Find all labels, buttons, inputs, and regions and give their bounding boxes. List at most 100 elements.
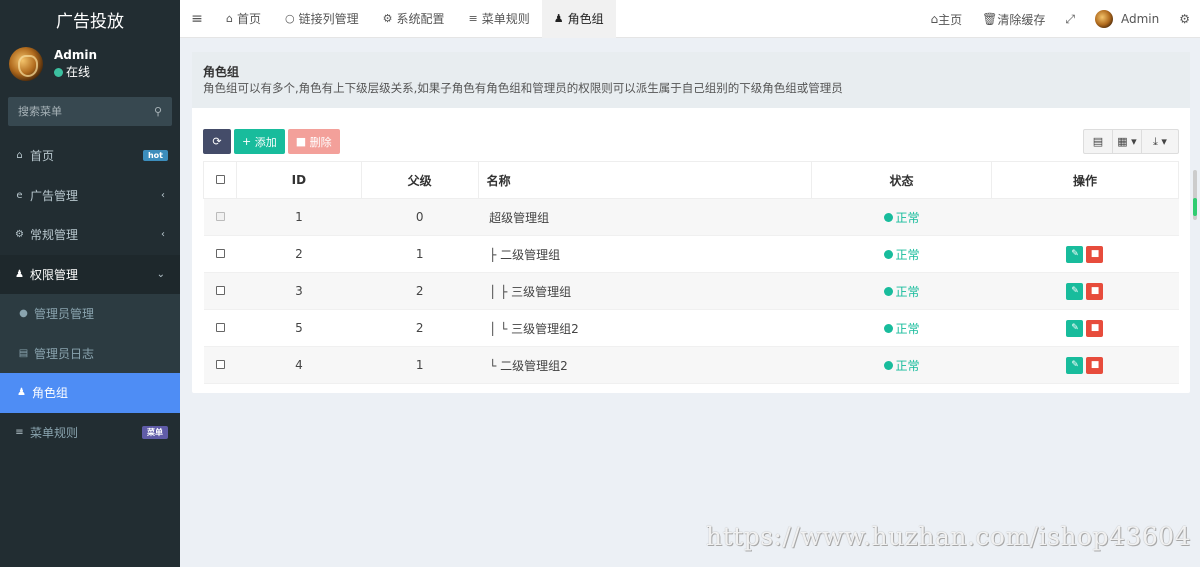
- tab-home[interactable]: ⌂ 首页: [214, 0, 273, 38]
- panel-heading: 角色组 角色组可以有多个,角色有上下级层级关系,如果子角色有角色组和管理员的权限…: [192, 52, 1190, 108]
- brand-title[interactable]: 广告投放: [0, 0, 180, 38]
- sidebar-item-label: 管理员管理: [34, 307, 95, 322]
- cell-pid: 2: [361, 272, 479, 310]
- sidebar-item-role-group[interactable]: ♟ 角色组: [0, 373, 180, 413]
- online-dot-icon: [54, 67, 63, 77]
- user-menu-label: Admin: [1120, 12, 1160, 26]
- status-badge: 正常: [883, 357, 920, 374]
- columns-button[interactable]: ▦ ▾: [1113, 130, 1142, 153]
- status-dot-icon: [883, 249, 893, 259]
- cell-pid: 0: [361, 198, 479, 236]
- edit-button[interactable]: ✎: [1066, 245, 1084, 263]
- cell-id: 4: [236, 346, 362, 384]
- refresh-icon: ⟳: [212, 135, 222, 148]
- delete-row-button[interactable]: ■: [1086, 356, 1104, 374]
- fullscreen-icon[interactable]: ⤢: [1055, 12, 1085, 27]
- sidebar-item-label: 角色组: [32, 386, 69, 401]
- sidebar-item-label: 菜单规则: [30, 425, 79, 440]
- edit-button[interactable]: ✎: [1066, 319, 1084, 337]
- column-header-name[interactable]: 名称: [477, 161, 813, 199]
- cell-id: 1: [236, 198, 362, 236]
- cell-name: │ ├ 三级管理组: [478, 272, 812, 310]
- chevron-left-icon: ‹: [161, 229, 165, 241]
- sidebar-item-ads[interactable]: e 广告管理 ‹: [0, 176, 180, 216]
- tab-label: 系统配置: [396, 12, 445, 26]
- add-button[interactable]: + 添加: [234, 129, 285, 154]
- cell-name: │ └ 三级管理组2: [478, 309, 812, 347]
- delete-row-button[interactable]: ■: [1086, 319, 1104, 337]
- table-row: 1 0 超级管理组 正常: [203, 198, 1179, 236]
- home-icon: ⌂: [930, 12, 939, 26]
- user-name: Admin: [54, 48, 98, 62]
- clear-cache-button[interactable]: 🗑 清除缓存: [972, 11, 1055, 28]
- tab-role-group[interactable]: ♟ 角色组: [541, 0, 616, 38]
- cell-pid: 2: [361, 309, 479, 347]
- search-icon[interactable]: ⚲: [154, 105, 162, 118]
- tab-menu-rules[interactable]: ≡ 菜单规则: [457, 0, 542, 38]
- status-badge: 正常: [883, 320, 920, 337]
- delete-row-button[interactable]: ■: [1086, 282, 1104, 300]
- status-badge: 正常: [883, 209, 920, 226]
- edit-button[interactable]: ✎: [1066, 282, 1084, 300]
- sidebar-item-label: 常规管理: [30, 228, 79, 243]
- cell-id: 2: [236, 235, 362, 273]
- status-dot-icon: [883, 323, 893, 333]
- toggle-view-button[interactable]: ▤: [1084, 130, 1113, 153]
- tab-system-config[interactable]: ⚙ 系统配置: [371, 0, 457, 38]
- refresh-button[interactable]: ⟳: [203, 129, 231, 154]
- row-checkbox[interactable]: [215, 286, 225, 295]
- row-checkbox[interactable]: [215, 323, 225, 332]
- row-checkbox[interactable]: [215, 249, 225, 258]
- delete-label: 删除: [309, 135, 332, 149]
- sidebar-item-general[interactable]: ⚙ 常规管理 ‹: [0, 215, 180, 255]
- status-dot-icon: [883, 286, 893, 296]
- column-header-id[interactable]: ID: [236, 161, 362, 199]
- avatar: [1094, 10, 1113, 28]
- sidebar-toggle-icon[interactable]: ≡: [180, 11, 214, 27]
- trash-icon: ■: [295, 135, 310, 148]
- sidebar-item-admin[interactable]: ● 管理员管理: [0, 294, 180, 334]
- delete-row-button[interactable]: ■: [1086, 245, 1104, 263]
- status-badge: 正常: [883, 246, 920, 263]
- watermark: https://www.huzhan.com/ishop43604: [706, 522, 1192, 551]
- home-link[interactable]: ⌂ 主页: [920, 11, 972, 28]
- tab-link-columns[interactable]: ○ 链接列管理: [273, 0, 371, 38]
- table-row: 4 1 └ 二级管理组2 正常 ✎ ■: [203, 346, 1179, 384]
- tab-label: 角色组: [567, 12, 604, 26]
- sidebar-item-permissions[interactable]: ♟ 权限管理 ⌄: [0, 254, 180, 294]
- table-header-row: ID 父级 名称 状态 操作: [202, 161, 1180, 199]
- column-header-status[interactable]: 状态: [811, 161, 992, 199]
- list-icon: ▤: [18, 347, 29, 359]
- grid-icon: ▦ ▾: [1117, 135, 1137, 148]
- select-all-checkbox[interactable]: [215, 175, 225, 184]
- export-button[interactable]: ⤓ ▾: [1142, 130, 1178, 153]
- role-group-panel: 角色组 角色组可以有多个,角色有上下级层级关系,如果子角色有角色组和管理员的权限…: [192, 52, 1190, 393]
- tab-label: 菜单规则: [481, 12, 530, 26]
- column-header-pid[interactable]: 父级: [360, 161, 479, 199]
- export-icon: ⤓ ▾: [1153, 134, 1167, 148]
- row-checkbox[interactable]: [215, 360, 225, 369]
- search-input[interactable]: [18, 105, 138, 118]
- group-icon: ♟: [15, 268, 24, 280]
- sidebar-item-label: 首页: [30, 149, 55, 164]
- chevron-down-icon: ⌄: [156, 268, 165, 280]
- status-label: 正常: [895, 358, 920, 373]
- delete-button[interactable]: ■ 删除: [287, 129, 340, 154]
- cell-name: └ 二级管理组2: [478, 346, 812, 384]
- user-menu[interactable]: Admin: [1085, 10, 1169, 28]
- cogs-icon: ⚙: [15, 229, 24, 241]
- group-icon: ♟: [17, 387, 26, 399]
- sidebar-item-label: 权限管理: [30, 267, 79, 282]
- sidebar-item-admin-log[interactable]: ▤ 管理员日志: [0, 334, 180, 374]
- page-title: 角色组: [203, 65, 240, 79]
- sidebar-item-menu-rules[interactable]: ≡ 菜单规则 菜单: [0, 413, 180, 453]
- edit-button[interactable]: ✎: [1066, 356, 1084, 374]
- page-scrollbar[interactable]: [1193, 170, 1197, 220]
- sidebar-item-home[interactable]: ⌂ 首页 hot: [0, 136, 180, 176]
- settings-icon[interactable]: ⚙: [1169, 12, 1200, 26]
- cell-name: 超级管理组: [478, 198, 812, 236]
- bars-icon: ≡: [468, 12, 478, 25]
- tab-label: 首页: [236, 12, 261, 26]
- user-icon: ●: [19, 308, 28, 320]
- sidebar: 广告投放 Admin 在线 ⚲ ⌂ 首页 hot e 广告管理 ‹ ⚙ 常规管理…: [0, 0, 180, 567]
